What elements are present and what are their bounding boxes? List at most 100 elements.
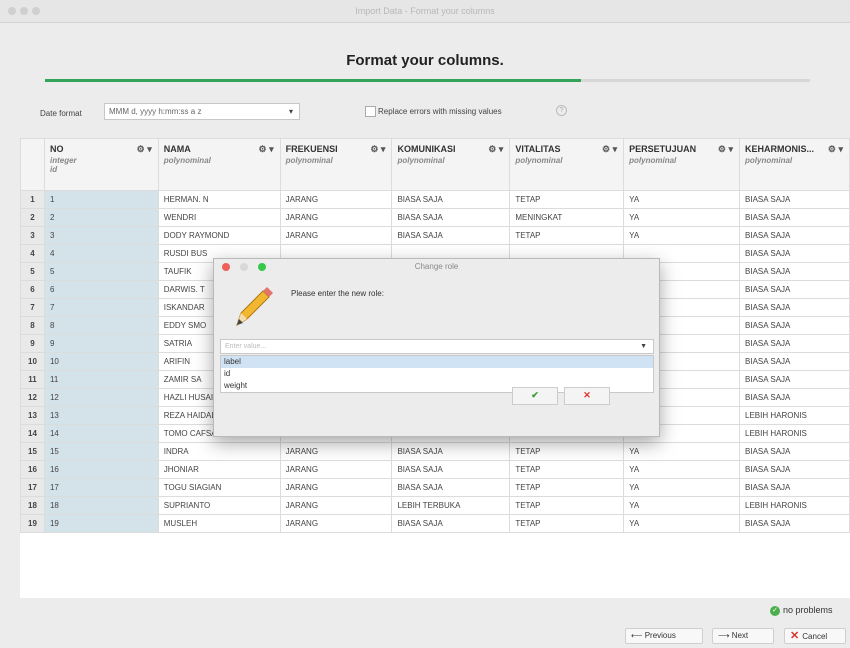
- table-cell: BIASA SAJA: [739, 352, 850, 371]
- role-combobox[interactable]: Enter value... ▼: [220, 339, 654, 354]
- date-format-value: MMM d, yyyy h:mm:ss a z: [109, 107, 202, 116]
- table-cell: BIASA SAJA: [739, 280, 850, 299]
- column-header[interactable]: NAMA polynominal ⚙ ▾: [157, 138, 281, 191]
- close-icon: ✕: [583, 390, 591, 400]
- column-header[interactable]: PERSETUJUAN polynominal ⚙ ▾: [623, 138, 741, 191]
- ok-button[interactable]: ✔: [512, 387, 558, 405]
- role-option-label[interactable]: label: [221, 356, 653, 368]
- arrow-left-icon: ⟵: [631, 631, 645, 640]
- row-number: 11: [20, 370, 45, 389]
- gear-icon[interactable]: ⚙ ▾: [259, 144, 274, 155]
- previous-button[interactable]: ⟵ Previous: [625, 628, 703, 644]
- column-type: polynominal: [163, 156, 211, 165]
- gear-icon[interactable]: ⚙ ▾: [137, 144, 152, 155]
- table-cell: 7: [43, 298, 159, 317]
- role-option-id[interactable]: id: [221, 368, 653, 380]
- next-button[interactable]: ⟶ Next: [712, 628, 774, 644]
- table-cell: 4: [43, 244, 159, 263]
- dialog-cancel-button[interactable]: ✕: [564, 387, 610, 405]
- replace-errors-label: Replace errors with missing values: [378, 107, 502, 116]
- column-header[interactable]: VITALITAS polynominal ⚙ ▾: [509, 138, 625, 191]
- table-row: 1 1 HERMAN. N JARANG BIASA SAJA TETAP YA BIASA …: [20, 190, 850, 209]
- column-header[interactable]: KEHARMONIS... polynominal ⚙ ▾: [739, 138, 850, 191]
- column-header[interactable]: KOMUNIKASI polynominal ⚙ ▾: [391, 138, 511, 191]
- table-cell: LEBIH TERBUKA: [391, 496, 511, 515]
- table-cell: 5: [43, 262, 159, 281]
- table-cell: 14: [43, 424, 159, 443]
- column-type: polynominal: [629, 156, 677, 165]
- row-number-header: [20, 138, 45, 191]
- help-icon[interactable]: ?: [556, 105, 567, 116]
- table-row: 18 18 SUPRIANTO JARANG LEBIH TERBUKA TETAP YA L…: [20, 496, 850, 515]
- column-type: polynominal: [745, 156, 793, 165]
- gear-icon[interactable]: ⚙ ▾: [488, 144, 503, 155]
- row-number: 5: [20, 262, 45, 281]
- role-combobox-placeholder: Enter value...: [225, 343, 267, 350]
- table-cell: 8: [43, 316, 159, 335]
- table-cell: LEBIH HARONIS: [739, 496, 850, 515]
- table-cell: SUPRIANTO: [157, 496, 281, 515]
- row-number: 19: [20, 514, 45, 533]
- row-number: 7: [20, 298, 45, 317]
- wizard-progress-fill: [45, 79, 581, 82]
- table-cell: DODY RAYMOND: [157, 226, 281, 245]
- row-number: 13: [20, 406, 45, 425]
- table-cell: BIASA SAJA: [739, 460, 850, 479]
- table-cell: JHONIAR: [157, 460, 281, 479]
- table-cell: TETAP: [509, 442, 625, 461]
- gear-icon[interactable]: ⚙ ▾: [370, 144, 385, 155]
- table-cell: BIASA SAJA: [739, 388, 850, 407]
- table-cell: TETAP: [509, 496, 625, 515]
- gear-icon[interactable]: ⚙ ▾: [602, 144, 617, 155]
- table-cell: JARANG: [279, 226, 393, 245]
- date-format-select[interactable]: MMM d, yyyy h:mm:ss a z ▾: [104, 103, 300, 120]
- table-cell: JARANG: [279, 460, 393, 479]
- table-cell: INDRA: [157, 442, 281, 461]
- chevron-down-icon: ▼: [640, 343, 647, 350]
- table-cell: BIASA SAJA: [391, 208, 511, 227]
- table-cell: 15: [43, 442, 159, 461]
- column-header[interactable]: NO integer id ⚙ ▾: [43, 138, 159, 191]
- row-number: 10: [20, 352, 45, 371]
- column-type: polynominal: [285, 156, 333, 165]
- table-row: 15 15 INDRA JARANG BIASA SAJA TETAP YA BIASA SA…: [20, 442, 850, 461]
- table-cell: 16: [43, 460, 159, 479]
- table-cell: BIASA SAJA: [391, 460, 511, 479]
- window-titlebar: Import Data - Format your columns: [0, 0, 850, 23]
- pencil-icon: [236, 287, 273, 327]
- table-cell: JARANG: [279, 442, 393, 461]
- table-cell: 12: [43, 388, 159, 407]
- table-cell: 2: [43, 208, 159, 227]
- table-cell: LEBIH HARONIS: [739, 406, 850, 425]
- gear-icon[interactable]: ⚙ ▾: [828, 144, 843, 155]
- dialog-buttons: ✔ ✕: [512, 387, 616, 405]
- row-number: 9: [20, 334, 45, 353]
- table-cell: BIASA SAJA: [739, 514, 850, 533]
- column-header[interactable]: FREKUENSI polynominal ⚙ ▾: [279, 138, 393, 191]
- row-number: 12: [20, 388, 45, 407]
- row-number: 18: [20, 496, 45, 515]
- column-role: id: [49, 165, 58, 174]
- table-cell: 9: [43, 334, 159, 353]
- column-type: polynominal: [397, 156, 445, 165]
- row-number: 6: [20, 280, 45, 299]
- replace-errors-checkbox[interactable]: [365, 106, 376, 117]
- previous-label: Previous: [644, 631, 676, 640]
- table-cell: BIASA SAJA: [739, 190, 850, 209]
- table-cell: JARANG: [279, 208, 393, 227]
- table-cell: 11: [43, 370, 159, 389]
- dialog-message: Please enter the new role:: [291, 289, 384, 298]
- row-number: 16: [20, 460, 45, 479]
- table-cell: TOGU SIAGIAN: [157, 478, 281, 497]
- row-number: 1: [20, 190, 45, 209]
- table-cell: TETAP: [509, 514, 625, 533]
- row-number: 3: [20, 226, 45, 245]
- window-title: Import Data - Format your columns: [355, 6, 495, 16]
- status-indicator: ✓ no problems: [770, 605, 833, 616]
- table-cell: JARANG: [279, 478, 393, 497]
- table-cell: BIASA SAJA: [391, 190, 511, 209]
- table-cell: 10: [43, 352, 159, 371]
- gear-icon[interactable]: ⚙ ▾: [718, 144, 733, 155]
- table-cell: BIASA SAJA: [739, 442, 850, 461]
- cancel-button[interactable]: ✕ Cancel: [784, 628, 846, 644]
